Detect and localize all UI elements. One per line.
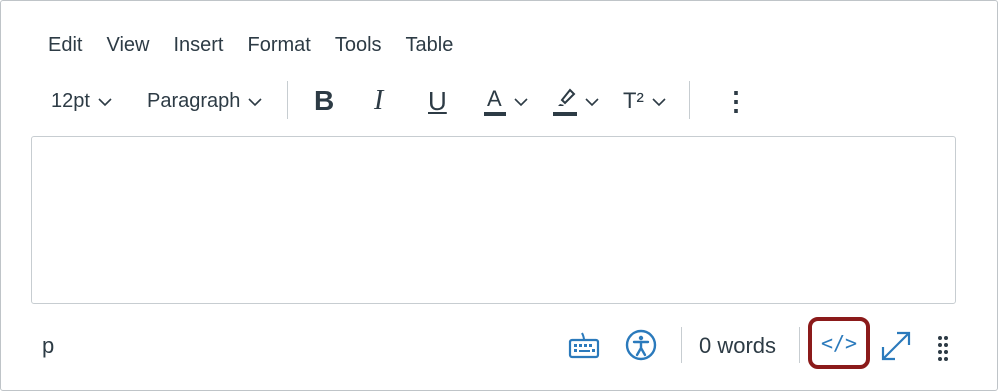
fullscreen-icon[interactable] [879,329,913,368]
status-divider [681,327,682,363]
chevron-down-icon [98,90,112,113]
font-size-value: 12pt [51,89,90,112]
keyboard-shortcuts-icon[interactable] [568,331,600,364]
highlighter-icon [553,86,577,116]
menu-table[interactable]: Table [406,33,454,57]
accessibility-checker-icon[interactable] [625,329,657,366]
underline-icon: U [428,85,447,116]
html-editor-button[interactable]: </> [808,317,870,369]
rich-content-editor: Edit View Insert Format Tools Table 12pt… [0,0,998,391]
toolbar-divider [689,81,690,119]
resize-handle-icon[interactable] [937,335,949,366]
chevron-down-icon [248,90,262,113]
chevron-down-icon [514,90,528,113]
toolbar-divider [287,81,288,119]
block-format-value: Paragraph [147,89,241,112]
italic-button[interactable]: I [374,81,383,121]
font-size-dropdown[interactable]: 12pt [51,81,112,121]
chevron-down-icon [652,90,666,113]
highlight-color-dropdown[interactable] [553,81,599,121]
code-icon: </> [820,331,858,355]
word-count: 0 words [699,333,777,358]
formatting-toolbar: 12pt Paragraph B I U A T² ⋮ [1,81,998,121]
bold-button[interactable]: B [314,81,334,121]
menu-view[interactable]: View [106,33,149,57]
editor-content-area[interactable] [31,136,956,304]
element-path[interactable]: p [42,333,54,359]
menu-insert[interactable]: Insert [173,33,223,57]
superscript-dropdown[interactable]: T² [623,81,666,121]
menu-tools[interactable]: Tools [335,33,382,57]
font-color-dropdown[interactable]: A [484,81,528,121]
italic-icon: I [374,85,384,116]
vertical-ellipsis-icon: ⋮ [723,85,749,116]
menu-edit[interactable]: Edit [48,33,82,57]
more-options-button[interactable]: ⋮ [723,81,749,121]
underline-button[interactable]: U [428,81,447,121]
chevron-down-icon [585,90,599,113]
font-color-icon: A [484,86,506,116]
status-bar: p 0 words </> [1,317,998,369]
superscript-icon: T² [623,88,644,113]
block-format-dropdown[interactable]: Paragraph [147,81,262,121]
menu-format[interactable]: Format [248,33,311,57]
menu-bar: Edit View Insert Format Tools Table [48,33,477,57]
status-divider [799,327,800,363]
bold-icon: B [314,85,335,116]
